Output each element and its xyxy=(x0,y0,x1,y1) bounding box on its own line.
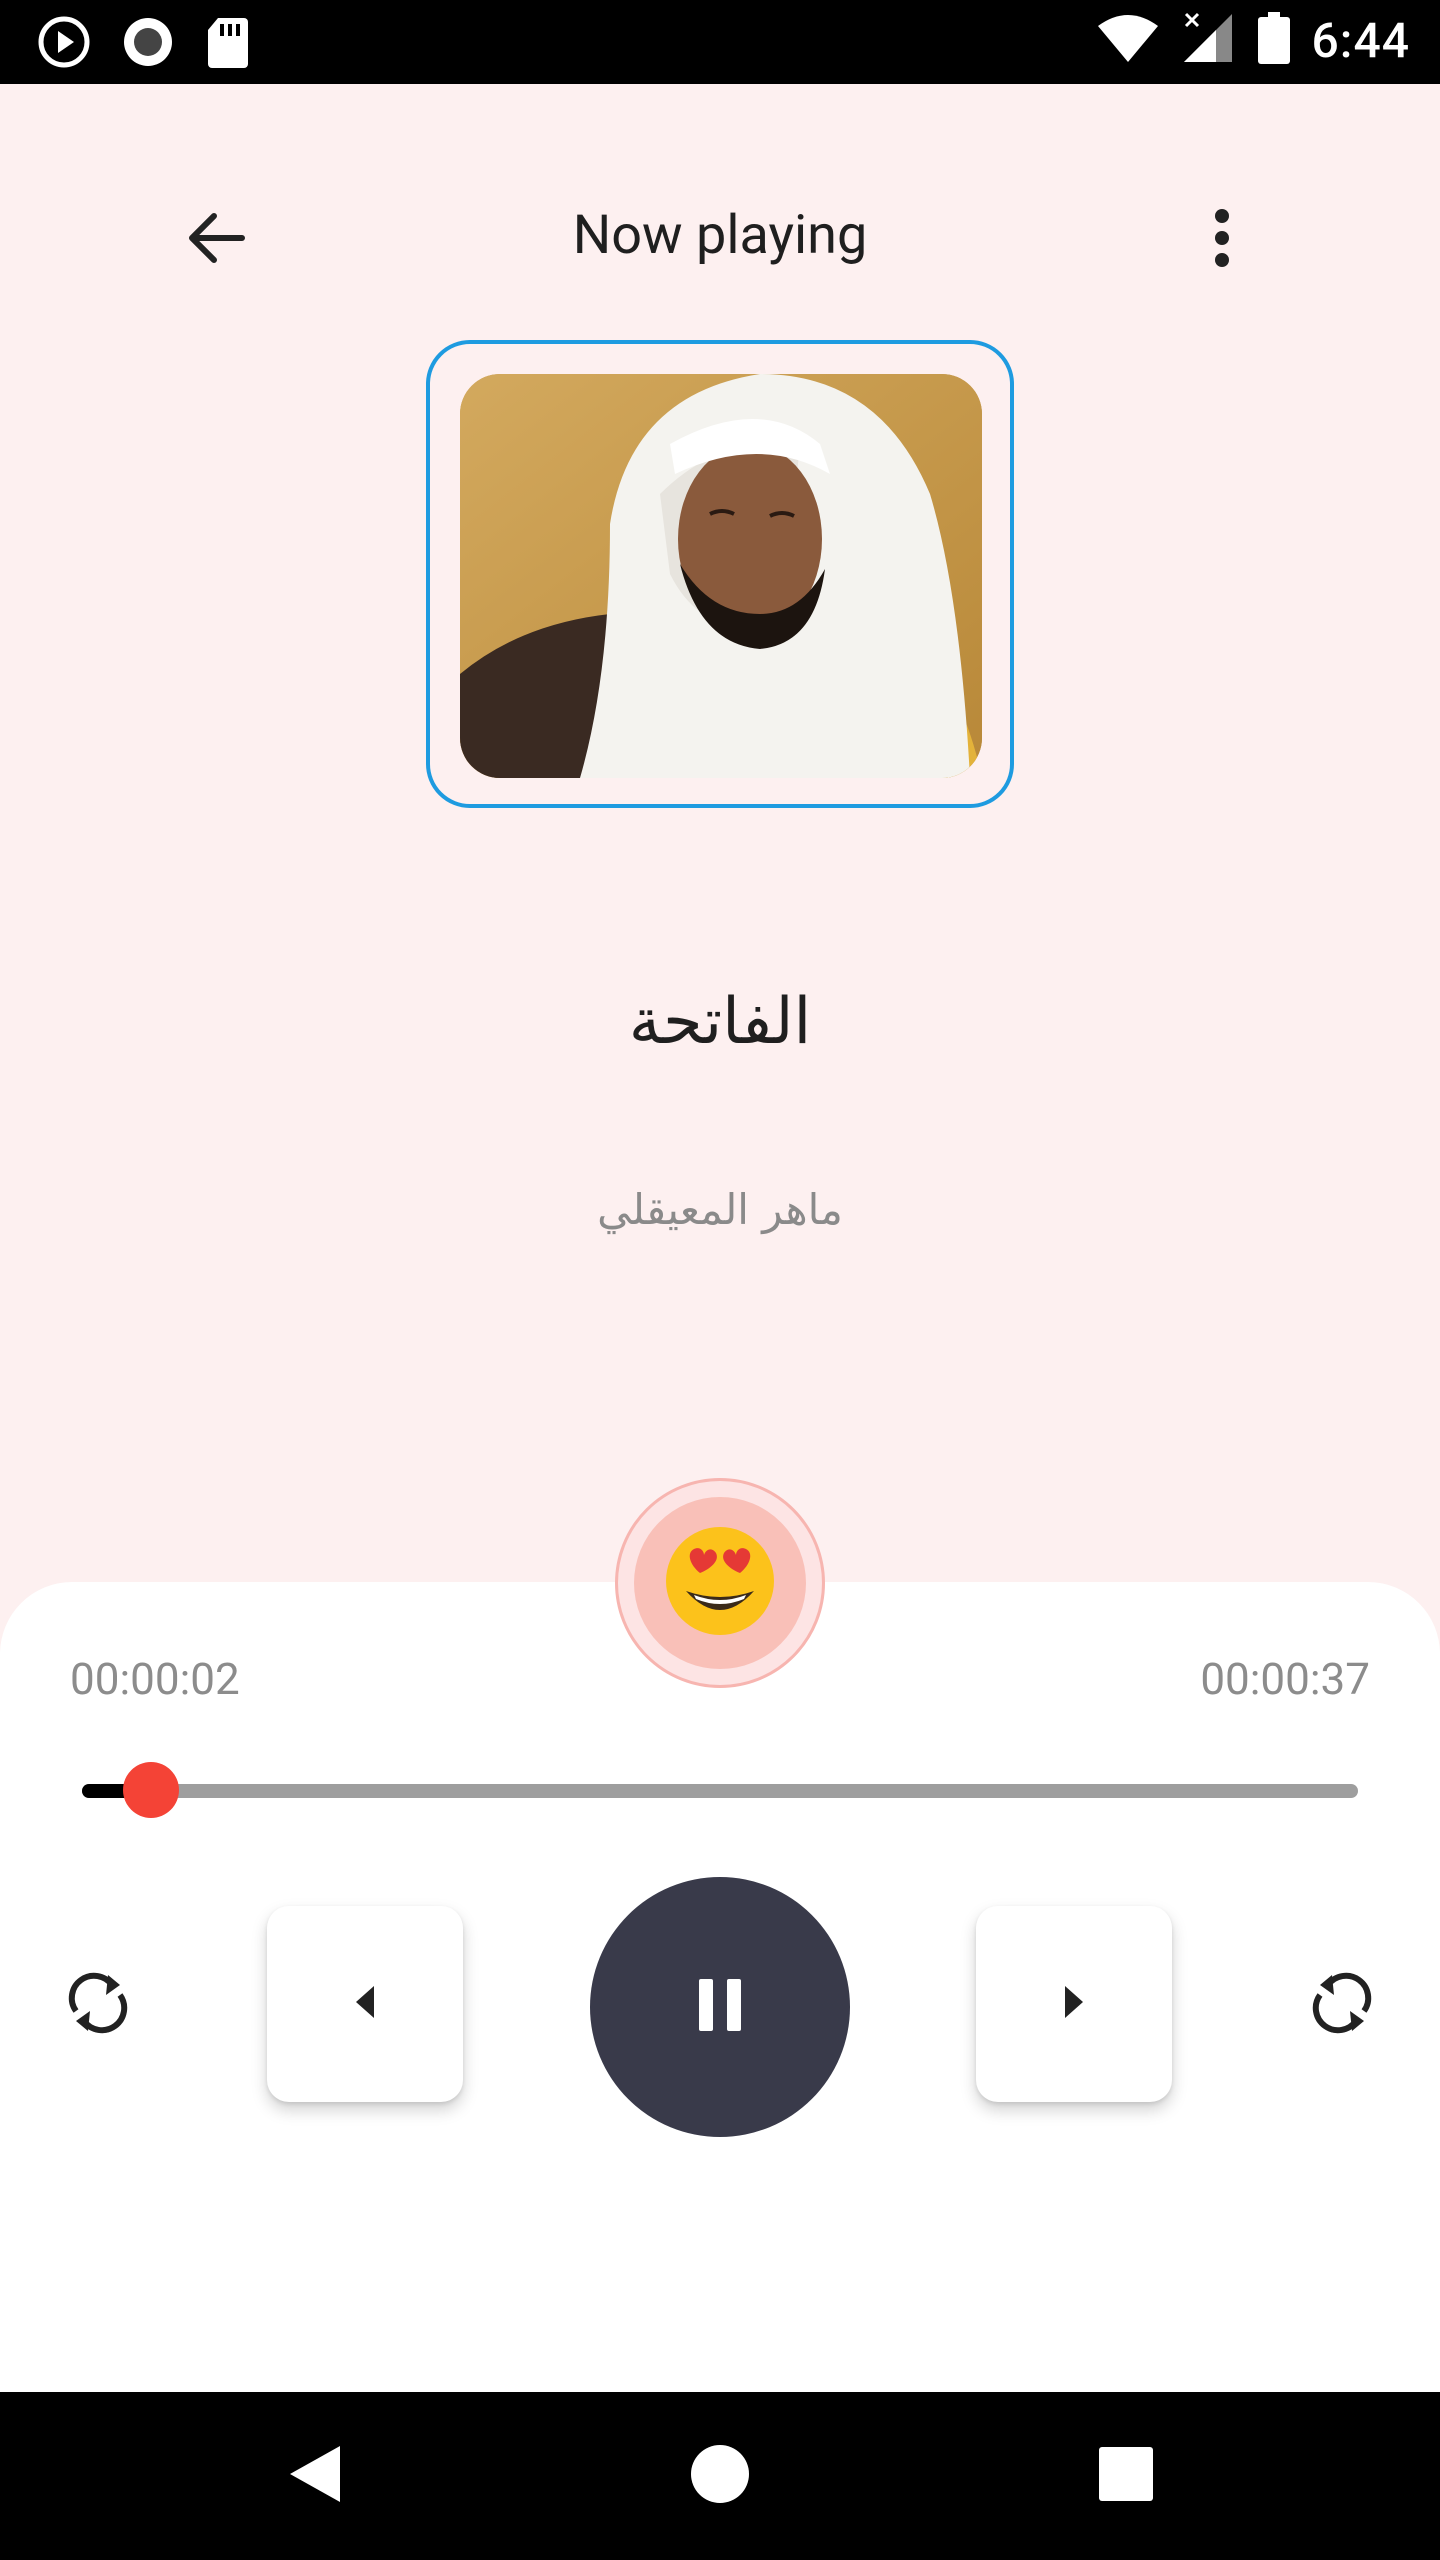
nav-recents-button[interactable] xyxy=(1086,2436,1166,2516)
pause-button[interactable] xyxy=(590,1877,850,2137)
record-icon xyxy=(120,14,176,74)
now-playing-screen: 6:44 Now playing الفاتحة ماهر المعيقلي 0… xyxy=(0,0,1440,2560)
previous-icon xyxy=(350,1982,380,2026)
play-circle-icon xyxy=(36,14,92,74)
favorite-button[interactable] xyxy=(615,1478,825,1688)
nav-back-icon xyxy=(284,2442,348,2510)
repeat-left-icon xyxy=(64,1963,132,2047)
nav-back-button[interactable] xyxy=(276,2436,356,2516)
nav-home-button[interactable] xyxy=(680,2436,760,2516)
status-left-icons xyxy=(36,14,252,74)
status-bar: 6:44 xyxy=(0,0,1440,84)
battery-icon xyxy=(1256,10,1292,70)
sd-card-icon xyxy=(204,14,252,74)
heart-eyes-emoji-icon xyxy=(664,1525,776,1641)
track-artist: ماهر المعيقلي xyxy=(597,1185,843,1234)
wifi-icon xyxy=(1096,10,1160,70)
pause-icon xyxy=(695,1977,745,2037)
status-right-icons: 6:44 xyxy=(1096,10,1411,70)
track-title: الفاتحة xyxy=(628,985,812,1059)
next-icon xyxy=(1059,1982,1089,2026)
favorite-button-inner xyxy=(634,1497,806,1669)
more-vert-icon xyxy=(1210,206,1234,274)
more-options-button[interactable] xyxy=(1182,200,1262,280)
system-nav-bar xyxy=(0,2392,1440,2560)
repeat-left-button[interactable] xyxy=(58,1965,138,2045)
repeat-right-icon xyxy=(1308,1963,1376,2047)
seek-bar[interactable] xyxy=(82,1784,1358,1798)
reciter-photo xyxy=(460,374,982,778)
total-time: 00:00:37 xyxy=(1200,1653,1370,1705)
nav-home-icon xyxy=(688,2442,752,2510)
seek-thumb[interactable] xyxy=(122,1762,179,1818)
nav-recents-icon xyxy=(1094,2442,1158,2510)
next-button[interactable] xyxy=(976,1906,1172,2102)
signal-icon xyxy=(1180,10,1236,70)
repeat-right-button[interactable] xyxy=(1302,1965,1382,2045)
elapsed-time: 00:00:02 xyxy=(70,1653,240,1705)
artwork-frame xyxy=(426,340,1014,808)
status-time: 6:44 xyxy=(1311,11,1410,69)
previous-button[interactable] xyxy=(267,1906,463,2102)
